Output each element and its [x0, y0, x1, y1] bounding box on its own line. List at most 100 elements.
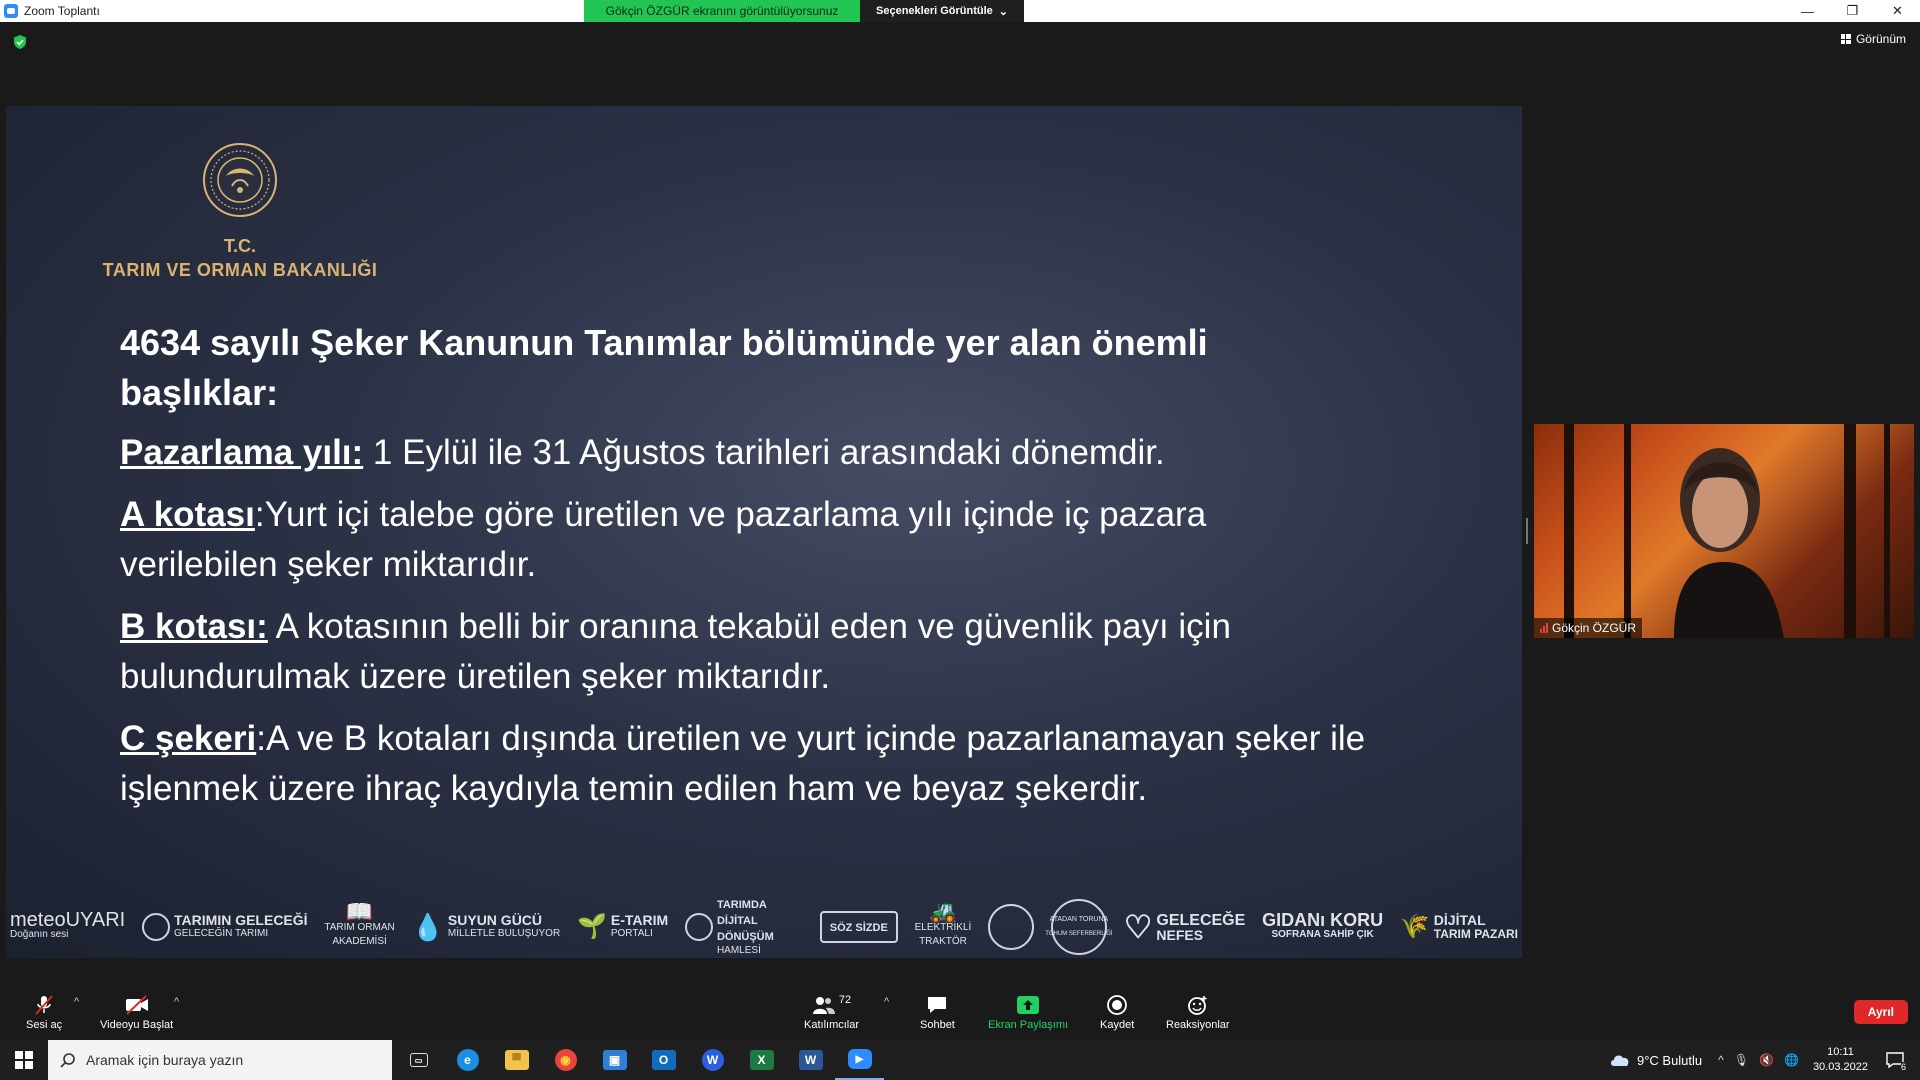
logo-tarimin-gelecegi: TARIMIN GELECEĞİ GELECEĞİN TARIMI [142, 913, 308, 941]
microphone-icon[interactable]: 🎙 [1734, 1053, 1749, 1067]
view-options-button[interactable]: Seçenekleri Görüntüle ⌄ [860, 0, 1024, 22]
participants-button[interactable]: 72 Katılımcılar [804, 994, 859, 1031]
logo-field-emblem [988, 904, 1035, 950]
heart-leaf-icon: ♡ [1123, 909, 1153, 945]
chrome-taskbar-button[interactable]: ◉ [541, 1040, 590, 1080]
weather-widget[interactable]: 9°C Bulutlu [1609, 1053, 1702, 1068]
taskbar-clock[interactable]: 10:11 30.03.2022 [1813, 1045, 1868, 1075]
edge-icon: e [456, 1049, 479, 1071]
gear-icon [684, 913, 713, 941]
participant-name-label: Gökçin ÖZGÜR [1534, 618, 1643, 638]
taskbar-apps: ▭ e ▀ ◉ ▣ O W X W ▶ [394, 1040, 884, 1080]
logo-dijital-tarim-pazari: 🌾 DİJİTAL TARIM PAZARI [1399, 912, 1518, 941]
logo-gelecege-nefes: ♡ GELECEĞE NEFES [1123, 909, 1246, 945]
close-button[interactable]: ✕ [1875, 0, 1920, 22]
leave-meeting-button[interactable]: Ayrıl [1853, 1000, 1908, 1024]
meeting-control-bar: Sesi aç ^ Videoyu Başlat ^ 72 Katılımcıl… [0, 982, 1920, 1040]
logo-strip: meteoUYARI Doğanın sesi TARIMIN GELECEĞİ G… [6, 896, 1522, 958]
participants-count: 72 [838, 994, 852, 1006]
slide-body: 4634 sayılı Şeker Kanunun Tanımlar bölüm… [120, 318, 1370, 826]
emoji-reaction-icon [1187, 996, 1207, 1015]
participants-icon [812, 997, 835, 1014]
zoom-app-icon [4, 4, 18, 18]
webex-icon: W [701, 1049, 724, 1071]
logo-atadan-toruna: ATADAN TORUNA TOHUM SEFERBERLİĞİ [1045, 899, 1113, 955]
zoom-taskbar-button[interactable]: ▶ [835, 1040, 884, 1080]
logo-meteouyari: meteoUYARI Doğanın sesi [10, 908, 126, 940]
audio-options-caret[interactable]: ^ [74, 996, 79, 1008]
file-explorer-taskbar-button[interactable]: ▀ [492, 1040, 541, 1080]
unmute-button[interactable]: Sesi aç [26, 994, 62, 1031]
reactions-button[interactable]: Reaksiyonlar [1166, 994, 1230, 1031]
slide-heading: 4634 sayılı Şeker Kanunun Tanımlar bölüm… [120, 322, 1208, 413]
chevron-up-icon[interactable]: ^ [1718, 1053, 1724, 1067]
logo-elektrikli-traktor: 🚜 ELEKTRİKLİ TRAKTÖR [914, 899, 972, 948]
start-video-label: Videoyu Başlat [100, 1019, 174, 1031]
org-line-tc: T.C. [223, 236, 256, 256]
record-button[interactable]: Kaydet [1100, 994, 1134, 1031]
record-label: Kaydet [1100, 1019, 1135, 1031]
windows-taskbar: Aramak için buraya yazın ▭ e ▀ ◉ ▣ O W X… [0, 1040, 1920, 1080]
window-titlebar: Zoom Toplantı Gökçin ÖZGÜR ekranını görü… [0, 0, 1920, 22]
definition-item: B kotası: A kotasının belli bir oranına … [120, 602, 1370, 702]
edge-taskbar-button[interactable]: e [443, 1040, 492, 1080]
chevron-down-icon: ⌄ [998, 5, 1008, 18]
logo-e-tarim-portali: 🌱 E-TARIM PORTALI [576, 912, 669, 940]
outlook-taskbar-button[interactable]: O [639, 1040, 688, 1080]
weather-text: 9°C Bulutlu [1636, 1052, 1703, 1068]
sprout-icon: 🌱 [576, 913, 607, 940]
webex-taskbar-button[interactable]: W [688, 1040, 737, 1080]
panel-resize-handle[interactable] [1526, 518, 1528, 544]
shared-screen-slide: T.C. TARIM VE ORMAN BAKANLIĞI 4634 sayıl… [6, 106, 1522, 958]
reactions-label: Reaksiyonlar [1166, 1019, 1230, 1031]
word-taskbar-button[interactable]: W [786, 1040, 835, 1080]
search-placeholder: Aramak için buraya yazın [86, 1052, 244, 1068]
windows-logo-icon [15, 1051, 33, 1069]
water-drop-icon: 💧 [411, 912, 444, 942]
chat-button[interactable]: Sohbet [920, 994, 955, 1031]
start-button[interactable] [0, 1040, 48, 1080]
minimize-button[interactable]: — [1785, 0, 1830, 22]
search-icon [60, 1053, 75, 1068]
leaf-icon [142, 913, 171, 941]
definition-item: Pazarlama yılı: 1 Eylül ile 31 Ağustos t… [120, 428, 1370, 478]
definition-text: :Yurt içi talebe göre üretilen ve pazarl… [120, 495, 1207, 584]
window-controls: — ❐ ✕ [1785, 0, 1920, 22]
chat-label: Sohbet [920, 1019, 955, 1031]
cloud-icon [1610, 1055, 1629, 1066]
excel-taskbar-button[interactable]: X [737, 1040, 786, 1080]
participant-name: Gökçin ÖZGÜR [1552, 621, 1637, 635]
share-screen-icon [1017, 996, 1040, 1014]
participants-options-caret[interactable]: ^ [884, 996, 889, 1008]
start-video-button[interactable]: Videoyu Başlat [100, 994, 173, 1031]
security-shield-icon[interactable] [12, 34, 28, 50]
taskbar-search-box[interactable]: Aramak için buraya yazın [48, 1040, 392, 1080]
muted-microphone-icon [35, 995, 53, 1015]
speaker-muted-icon[interactable]: 🔇 [1759, 1053, 1774, 1067]
globe-network-icon[interactable]: 🌐 [1784, 1053, 1799, 1067]
restore-button[interactable]: ❐ [1830, 0, 1875, 22]
logo-suyun-gucu: 💧 SUYUN GÜCÜ MİLLETLE BULUŞUYOR [411, 912, 561, 942]
store-taskbar-button[interactable]: ▣ [590, 1040, 639, 1080]
outlook-icon: O [651, 1050, 676, 1070]
task-view-button[interactable]: ▭ [394, 1040, 443, 1080]
definition-term: C şekeri [120, 719, 257, 758]
definition-text: 1 Eylül ile 31 Ağustos tarihleri arasınd… [363, 433, 1165, 472]
zoom-icon: ▶ [847, 1049, 872, 1069]
view-button[interactable]: Görünüm [1840, 32, 1906, 46]
notification-center-button[interactable]: 6 [1882, 1040, 1908, 1080]
share-screen-button[interactable]: Ekran Paylaşımı [988, 994, 1068, 1031]
participant-video-tile[interactable]: Gökçin ÖZGÜR [1534, 424, 1914, 638]
file-explorer-icon: ▀ [504, 1050, 529, 1070]
definition-item: A kotası:Yurt içi talebe göre üretilen v… [120, 490, 1370, 590]
chat-bubble-icon [928, 997, 947, 1013]
tray-icons: ^ 🎙 🔇 🌐 [1718, 1053, 1799, 1067]
system-tray: 9°C Bulutlu ^ 🎙 🔇 🌐 10:11 30.03.2022 6 [1609, 1040, 1920, 1080]
task-view-icon: ▭ [409, 1053, 428, 1067]
clock-time: 10:11 [1827, 1046, 1854, 1058]
definition-item: C şekeri:A ve B kotaları dışında üretile… [120, 714, 1370, 814]
participants-label: Katılımcılar [804, 1019, 860, 1031]
video-options-caret[interactable]: ^ [174, 996, 179, 1008]
meeting-area: Görünüm T.C. TARIM VE ORMAN BAKANLIĞI 46… [0, 22, 1920, 982]
signal-strength-icon [1540, 623, 1548, 633]
